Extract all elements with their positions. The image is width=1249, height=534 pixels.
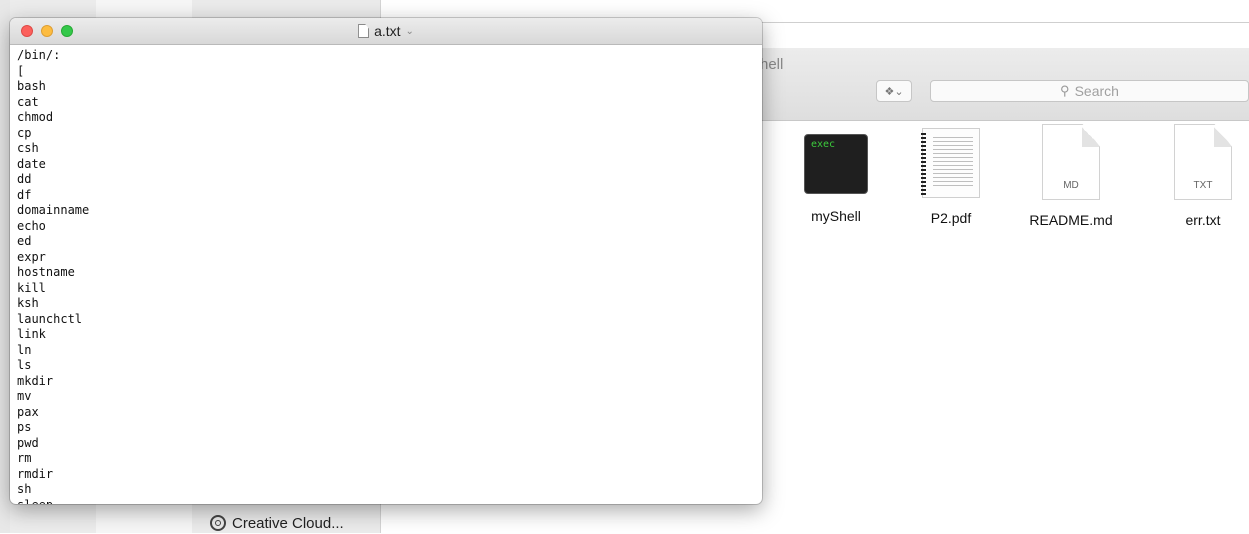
text-line: ed (17, 234, 32, 248)
exec-file-icon: exec (804, 134, 868, 194)
text-line: date (17, 156, 46, 171)
window-title: a.txt (374, 23, 401, 39)
text-line: launchctl (17, 311, 83, 326)
file-item-myshell[interactable]: exec myShell (776, 120, 896, 224)
dropbox-button[interactable]: ❖⌄ (876, 80, 912, 102)
file-grid: exec myShell P2.pdf MD README.md TXT err… (760, 120, 1249, 260)
pdf-file-icon (921, 128, 980, 198)
text-line: mkdir (17, 373, 54, 388)
file-item-p2-pdf[interactable]: P2.pdf (891, 120, 1011, 226)
text-line: ln (17, 342, 32, 357)
file-name: myShell (811, 208, 861, 224)
text-line: sleep (17, 498, 762, 505)
text-line: ps (17, 420, 32, 434)
file-type-tag: TXT (1193, 180, 1213, 191)
file-name: err.txt (1185, 212, 1221, 228)
exec-icon-label: exec (811, 139, 836, 150)
text-line: /bin/: (17, 48, 61, 62)
text-line: expr (17, 249, 46, 264)
text-line: kill (17, 280, 46, 295)
file-item-err-txt[interactable]: TXT err.txt (1143, 120, 1249, 228)
text-line: bash (17, 79, 46, 93)
file-item-readme[interactable]: MD README.md (1011, 120, 1131, 228)
creative-cloud-icon (210, 515, 226, 531)
text-line: rmdir (17, 466, 54, 481)
file-name: README.md (1029, 212, 1113, 228)
text-line: domainname (17, 203, 90, 217)
sidebar-item-label: Creative Cloud... (232, 514, 344, 532)
window-title-menu[interactable]: a.txt ⌄ (10, 23, 762, 39)
text-line: sh (17, 482, 32, 496)
text-line: link (17, 327, 46, 341)
finder-window: hell ❖⌄ ⚲ Search exec myShell P2.pdf MD (760, 0, 1249, 533)
text-line: rm (17, 451, 32, 465)
sidebar-item-creative-cloud[interactable]: Creative Cloud... (210, 512, 344, 534)
finder-window-title: hell (760, 56, 784, 73)
text-line: [ (17, 63, 25, 78)
window-titlebar[interactable]: a.txt ⌄ (10, 18, 762, 45)
file-name: P2.pdf (930, 210, 972, 226)
text-editor-window: a.txt ⌄ /bin/:[bash cat chmod cp csh date dd df… (10, 18, 762, 504)
text-line: pwd (17, 435, 39, 450)
text-line: cat (17, 94, 39, 109)
text-line: hostname (17, 265, 75, 279)
finder-top-bar (760, 22, 1249, 49)
text-line: ls (17, 358, 32, 372)
search-icon: ⚲ (1060, 83, 1070, 98)
text-line: pax (17, 404, 39, 419)
finder-toolbar: hell ❖⌄ ⚲ Search (760, 48, 1249, 121)
text-file-icon: TXT (1174, 124, 1232, 200)
text-line: df (17, 187, 32, 202)
text-line: csh (17, 141, 39, 155)
text-line: echo (17, 218, 46, 233)
markdown-file-icon: MD (1042, 124, 1100, 200)
chevron-down-icon: ⌄ (405, 25, 414, 37)
text-line: cp (17, 125, 32, 140)
text-line: chmod (17, 110, 54, 124)
text-line: mv (17, 389, 32, 403)
text-content-area[interactable]: /bin/:[bash cat chmod cp csh date dd df domainna… (10, 45, 762, 504)
text-line: dd (17, 172, 32, 186)
search-input[interactable]: ⚲ Search (930, 80, 1249, 102)
file-type-tag: MD (1063, 180, 1079, 191)
search-placeholder: Search (1074, 83, 1119, 99)
dropbox-icon: ❖⌄ (884, 85, 904, 98)
document-icon (358, 24, 370, 38)
text-line: ksh (17, 296, 39, 310)
